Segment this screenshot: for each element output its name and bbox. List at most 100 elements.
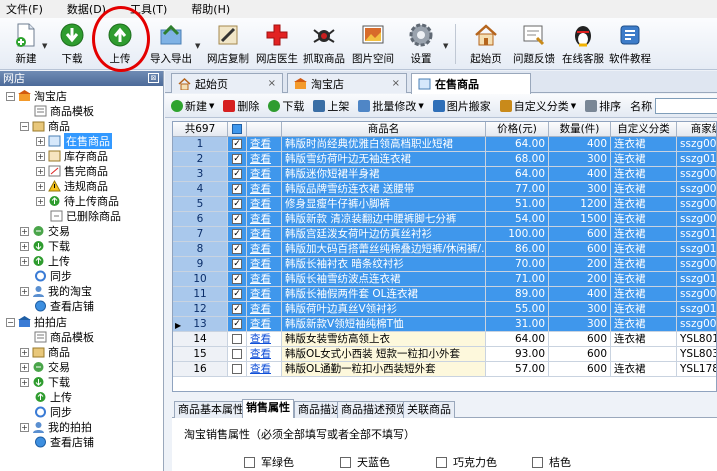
- row-name-cell[interactable]: 韩版长袖假两件套 OL连衣裙: [282, 287, 486, 302]
- view-link-cell[interactable]: 查看: [247, 227, 282, 242]
- row-qty-cell[interactable]: 300: [549, 317, 611, 332]
- view-link[interactable]: 查看: [250, 273, 271, 285]
- row-name-cell[interactable]: 韩版时尚经典优雅白领高档职业短裙: [282, 137, 486, 152]
- row-code-cell[interactable]: YSL8016: [677, 332, 716, 347]
- row-price-cell[interactable]: 64.00: [486, 167, 549, 182]
- color-checkbox[interactable]: [244, 456, 255, 468]
- row-index-cell[interactable]: 1: [173, 137, 228, 152]
- row-qty-cell[interactable]: 1500: [549, 212, 611, 227]
- row-index-cell[interactable]: 14: [173, 332, 228, 347]
- row-qty-cell[interactable]: 200: [549, 272, 611, 287]
- color-checkbox[interactable]: [436, 456, 447, 468]
- row-code-cell[interactable]: sszg013: [677, 152, 716, 167]
- row-index-cell[interactable]: 5: [173, 197, 228, 212]
- table-row[interactable]: 2 ✓ 查看韩版雪纺荷叶边无袖连衣裙68.00300连衣裙sszg013: [173, 152, 716, 167]
- tree-node-tb-goods[interactable]: − 商品: [20, 119, 70, 133]
- view-link-cell[interactable]: 查看: [247, 347, 282, 362]
- view-link[interactable]: 查看: [250, 318, 271, 330]
- sub-delete-button[interactable]: 删除: [223, 98, 259, 114]
- tree-node-sold-out[interactable]: + 售完商品: [36, 164, 108, 178]
- pin-icon[interactable]: ⊠: [148, 73, 159, 83]
- row-cat-cell[interactable]: 连衣裙: [611, 227, 677, 242]
- row-qty-cell[interactable]: 1200: [549, 197, 611, 212]
- row-code-cell[interactable]: YSL8031: [677, 347, 716, 362]
- tree-node-pp-download[interactable]: + 下载: [20, 375, 70, 389]
- table-row[interactable]: ▶ 13 ✓ 查看韩版新款V领短袖纯棉T恤31.00300连衣裙sszg006: [173, 317, 716, 332]
- tree-node-trade[interactable]: + 交易: [20, 224, 70, 238]
- row-qty-cell[interactable]: 400: [549, 137, 611, 152]
- row-checkbox-cell[interactable]: ✓: [228, 182, 247, 197]
- import-export-dropdown-icon[interactable]: ▼: [195, 42, 200, 50]
- row-qty-cell[interactable]: 300: [549, 152, 611, 167]
- image-space-button[interactable]: 图片空间: [347, 20, 399, 68]
- import-export-button[interactable]: 导入导出: [145, 20, 197, 68]
- view-link-cell[interactable]: 查看: [247, 317, 282, 332]
- row-name-cell[interactable]: 韩版新款V领短袖纯棉T恤: [282, 317, 486, 332]
- view-link[interactable]: 查看: [250, 213, 271, 225]
- view-link-cell[interactable]: 查看: [247, 257, 282, 272]
- row-name-cell[interactable]: 韩版雪纺荷叶边无袖连衣裙: [282, 152, 486, 167]
- row-checkbox[interactable]: ✓: [232, 229, 242, 239]
- collapse-icon[interactable]: −: [6, 317, 15, 327]
- row-cat-cell[interactable]: 连衣裙: [611, 317, 677, 332]
- column-header-name[interactable]: 商品名: [282, 122, 486, 137]
- row-index-cell[interactable]: 15: [173, 347, 228, 362]
- tab-on-sale[interactable]: 在售商品: [411, 73, 531, 94]
- row-price-cell[interactable]: 89.00: [486, 287, 549, 302]
- row-name-cell[interactable]: 修身显瘦牛仔裤小脚裤: [282, 197, 486, 212]
- sub-sort-button[interactable]: 排序: [585, 98, 621, 114]
- menu-data[interactable]: 数据(D): [67, 1, 106, 17]
- tree-node-pp-sync[interactable]: 同步: [34, 405, 72, 419]
- row-price-cell[interactable]: 64.00: [486, 137, 549, 152]
- row-cat-cell[interactable]: [611, 347, 677, 362]
- expand-icon[interactable]: +: [20, 362, 29, 372]
- row-code-cell[interactable]: sszg003: [677, 212, 716, 227]
- expand-icon[interactable]: +: [36, 196, 45, 206]
- tree-node-pp-view-shop[interactable]: 查看店铺: [34, 435, 94, 449]
- row-price-cell[interactable]: 77.00: [486, 182, 549, 197]
- row-index-cell[interactable]: 16: [173, 362, 228, 377]
- row-code-cell[interactable]: sszg015: [677, 227, 716, 242]
- row-cat-cell[interactable]: 连衣裙: [611, 212, 677, 227]
- view-link[interactable]: 查看: [250, 168, 271, 180]
- view-link[interactable]: 查看: [250, 303, 271, 315]
- row-qty-cell[interactable]: 400: [549, 167, 611, 182]
- view-link[interactable]: 查看: [250, 228, 271, 240]
- row-cat-cell[interactable]: 连衣裙: [611, 302, 677, 317]
- row-price-cell[interactable]: 68.00: [486, 152, 549, 167]
- row-index-cell[interactable]: 10: [173, 272, 228, 287]
- row-code-cell[interactable]: sszg012: [677, 272, 716, 287]
- view-link-cell[interactable]: 查看: [247, 182, 282, 197]
- sub-download-button[interactable]: 下载: [268, 98, 304, 114]
- tree-node-paipai[interactable]: − 拍拍店: [6, 315, 67, 329]
- row-name-cell[interactable]: 韩版宫廷泼女荷叶边仿真丝衬衫: [282, 227, 486, 242]
- view-link[interactable]: 查看: [250, 333, 271, 345]
- row-qty-cell[interactable]: 600: [549, 242, 611, 257]
- row-code-cell[interactable]: sszg002: [677, 197, 716, 212]
- row-price-cell[interactable]: 55.00: [486, 302, 549, 317]
- row-checkbox[interactable]: ✓: [232, 289, 242, 299]
- menu-tools[interactable]: 工具(T): [130, 1, 167, 17]
- column-header-price[interactable]: 价格(元): [486, 122, 549, 137]
- grab-goods-button[interactable]: 抓取商品: [298, 20, 350, 68]
- row-price-cell[interactable]: 51.00: [486, 197, 549, 212]
- row-cat-cell[interactable]: 连衣裙: [611, 152, 677, 167]
- color-option[interactable]: 桔色: [532, 454, 628, 470]
- row-cat-cell[interactable]: 连衣裙: [611, 362, 677, 377]
- row-name-cell[interactable]: 韩版OL通勤一粒扣小西装短外套: [282, 362, 486, 377]
- sub-new-button[interactable]: 新建 ▼: [171, 98, 214, 114]
- row-checkbox[interactable]: ✓: [232, 214, 242, 224]
- table-row[interactable]: 7 ✓ 查看韩版宫廷泼女荷叶边仿真丝衬衫100.00600连衣裙sszg015: [173, 227, 716, 242]
- collapse-icon[interactable]: −: [20, 121, 29, 131]
- download-button[interactable]: 下载: [46, 20, 98, 68]
- tab-start-close-icon[interactable]: ×: [268, 78, 276, 89]
- select-all-header[interactable]: [228, 122, 247, 137]
- row-name-cell[interactable]: 韩版长袖雪纺波点连衣裙: [282, 272, 486, 287]
- row-name-cell[interactable]: 韩版迷你短裙半身裙: [282, 167, 486, 182]
- tree-node-deleted[interactable]: 已删除商品: [50, 209, 121, 223]
- tree-node-violation[interactable]: + 违规商品: [36, 179, 108, 193]
- shop-doctor-button[interactable]: 网店医生: [251, 20, 303, 68]
- table-row[interactable]: 3 ✓ 查看韩版迷你短裙半身裙64.00400连衣裙sszg009: [173, 167, 716, 182]
- expand-icon[interactable]: +: [20, 241, 29, 251]
- row-price-cell[interactable]: 86.00: [486, 242, 549, 257]
